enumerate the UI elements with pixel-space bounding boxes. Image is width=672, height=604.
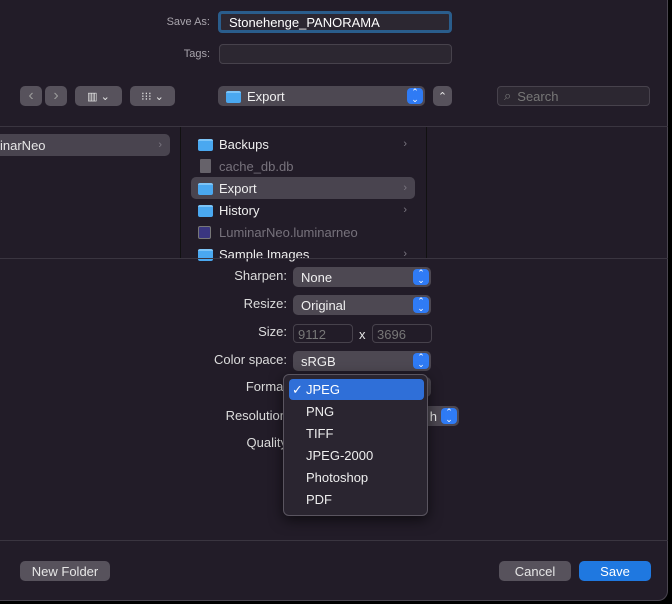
format-option[interactable]: TIFF: [289, 423, 424, 444]
file-name: cache_db.db: [219, 158, 294, 174]
height-input[interactable]: 3696: [372, 324, 432, 343]
sharpen-value: None: [301, 269, 333, 285]
resolution-value: h: [429, 408, 437, 424]
group-button[interactable]: ⁝⁝⁝ ⌄: [130, 86, 175, 106]
up-button[interactable]: ⌃: [433, 86, 452, 106]
stepper-icon: ⌃ ⌄: [441, 408, 457, 424]
file-name: Backups: [219, 136, 269, 152]
format-option[interactable]: JPEG-2000: [289, 445, 424, 466]
cancel-button[interactable]: Cancel: [499, 561, 571, 581]
folder-icon: [198, 249, 213, 261]
format-option-label: JPEG: [306, 382, 340, 397]
forward-button[interactable]: ›: [45, 86, 67, 106]
file-row[interactable]: cache_db.db: [191, 155, 415, 177]
format-label: Format: [245, 379, 287, 394]
save-as-label: Save As:: [166, 16, 210, 28]
file-row[interactable]: History ›: [191, 199, 415, 221]
search-input[interactable]: ⌕ Search: [497, 86, 650, 106]
size-label: Size:: [258, 324, 287, 339]
resolution-label: Resolution: [225, 408, 287, 423]
chevron-right-icon: ›: [403, 138, 407, 150]
color-space-popup[interactable]: sRGB ⌃ ⌄: [293, 351, 431, 371]
search-icon: ⌕: [504, 88, 512, 103]
file-row[interactable]: Export ›: [191, 177, 415, 199]
format-option[interactable]: PNG: [289, 401, 424, 422]
format-option-label: JPEG-2000: [306, 448, 374, 463]
width-input[interactable]: 9112: [293, 324, 353, 343]
folder-icon: [198, 183, 213, 195]
format-option-label: PNG: [306, 404, 335, 419]
resize-popup[interactable]: Original ⌃ ⌄: [293, 295, 431, 315]
location-value: Export: [247, 88, 285, 104]
checkmark-icon: ✓: [292, 381, 303, 397]
columns-icon: ▥ ⌄: [87, 90, 110, 103]
resize-value: Original: [301, 297, 346, 313]
save-as-input[interactable]: Stonehenge_PANORAMA: [218, 11, 452, 33]
search-placeholder: Search: [517, 88, 559, 104]
sidebar-item-label: inarNeo: [0, 137, 46, 153]
sharpen-popup[interactable]: None ⌃ ⌄: [293, 267, 431, 287]
format-option[interactable]: ✓ JPEG: [289, 379, 424, 400]
grid-icon: ⁝⁝⁝ ⌄: [141, 90, 164, 103]
chevron-up-icon: ⌃: [437, 90, 448, 103]
format-option-label: Photoshop: [306, 470, 369, 485]
file-name: Sample Images: [219, 246, 310, 262]
sidebar-item-luminarneo[interactable]: inarNeo ›: [0, 134, 170, 156]
folder-icon: [226, 91, 241, 103]
file-name: Export: [219, 180, 257, 196]
save-dialog: Save As: Stonehenge_PANORAMA Tags: ‹ › ▥…: [0, 0, 668, 601]
file-row[interactable]: LuminarNeo.luminarneo: [191, 221, 415, 243]
chevron-right-icon: ›: [403, 182, 407, 194]
stepper-icon: ⌃ ⌄: [413, 353, 429, 369]
sharpen-label: Sharpen:: [234, 268, 287, 283]
color-space-value: sRGB: [301, 353, 336, 369]
column-view-button[interactable]: ▥ ⌄: [75, 86, 122, 106]
color-space-label: Color space:: [214, 352, 287, 367]
stepper-icon: ⌃ ⌄: [413, 269, 429, 285]
format-option-label: TIFF: [306, 426, 334, 441]
quality-label: Quality: [246, 435, 287, 450]
back-button[interactable]: ‹: [20, 86, 42, 106]
format-option[interactable]: PDF: [289, 489, 424, 510]
folder-icon: [198, 139, 213, 151]
size-x-label: x: [359, 327, 366, 342]
file-row[interactable]: Backups ›: [191, 133, 415, 155]
file-row[interactable]: Sample Images ›: [191, 243, 415, 265]
resize-label: Resize:: [243, 296, 287, 311]
new-folder-button[interactable]: New Folder: [20, 561, 110, 581]
format-option-label: PDF: [306, 492, 332, 507]
file-name: History: [219, 202, 260, 218]
stepper-icon: ⌃ ⌄: [413, 297, 429, 313]
file-name: LuminarNeo.luminarneo: [219, 224, 358, 240]
format-option[interactable]: Photoshop: [289, 467, 424, 488]
folder-icon: [198, 205, 213, 217]
tags-input[interactable]: [219, 44, 452, 64]
tags-label: Tags:: [183, 48, 210, 60]
format-dropdown-menu: ✓ JPEG PNG TIFF JPEG-2000 Photoshop PDF: [283, 374, 428, 516]
stepper-icon: ⌃ ⌄: [407, 88, 423, 104]
chevron-right-icon: ›: [403, 204, 407, 216]
luminar-app-icon: [198, 225, 211, 239]
location-popup[interactable]: Export ⌃ ⌄: [218, 86, 425, 106]
save-button[interactable]: Save: [579, 561, 651, 581]
document-icon: [200, 159, 211, 173]
